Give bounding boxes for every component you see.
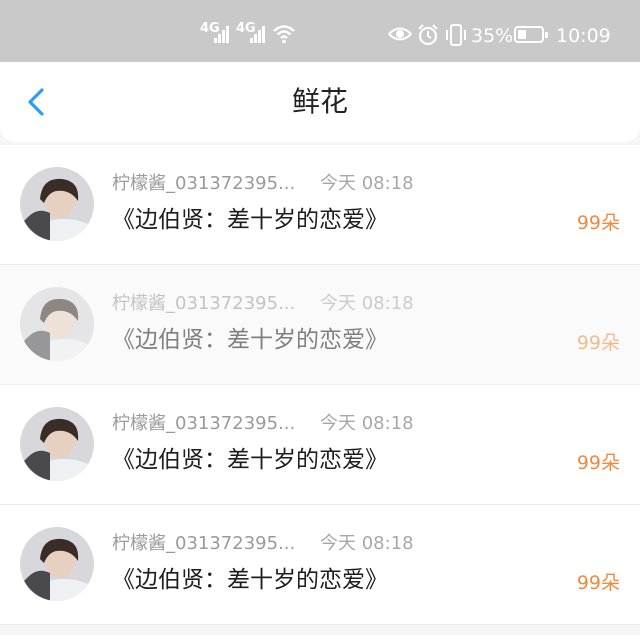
timestamp: 今天 08:18 (320, 533, 414, 554)
avatar[interactable] (20, 167, 94, 241)
header-bar: 鲜花 (0, 62, 640, 142)
sender-name: 柠檬酱_031372395... (112, 533, 296, 554)
sender-name: 柠檬酱_031372395... (112, 173, 296, 194)
avatar[interactable] (20, 407, 94, 481)
book-title: 《边伯贤：差十岁的恋爱》 (112, 567, 388, 593)
flower-count: 99朵 (576, 452, 620, 474)
alarm-icon (418, 24, 438, 46)
list-item[interactable]: 柠檬酱_031372395... 今天 08:18 《边伯贤：差十岁的恋爱》 9… (0, 385, 640, 505)
timestamp: 今天 08:18 (320, 413, 414, 434)
signal-icon (214, 26, 229, 43)
list-item[interactable]: 柠檬酱_031372395... 今天 08:18 《边伯贤：差十岁的恋爱》 9… (0, 505, 640, 625)
avatar[interactable] (20, 527, 94, 601)
avatar[interactable] (20, 287, 94, 361)
timestamp: 今天 08:18 (320, 173, 414, 194)
clock: 10:09 (556, 25, 611, 47)
signal-icon (250, 26, 265, 43)
sender-name: 柠檬酱_031372395... (112, 293, 296, 314)
battery-icon (514, 26, 548, 43)
flower-count: 99朵 (576, 332, 620, 354)
timestamp: 今天 08:18 (320, 293, 414, 314)
status-bar: 4G 4G 35% 10:09 (0, 0, 640, 62)
page-title: 鲜花 (291, 85, 348, 118)
list-item[interactable]: 柠檬酱_031372395... 今天 08:18 《边伯贤：差十岁的恋爱》 9… (0, 265, 640, 385)
list-item[interactable]: 柠檬酱_031372395... 今天 08:18 《边伯贤：差十岁的恋爱》 9… (0, 145, 640, 265)
battery-percent: 35% (471, 25, 514, 47)
battery-fill (518, 30, 526, 39)
wifi-icon (273, 25, 295, 44)
eye-icon (388, 27, 412, 41)
vibrate-icon (446, 24, 466, 46)
book-title: 《边伯贤：差十岁的恋爱》 (112, 447, 388, 473)
book-title: 《边伯贤：差十岁的恋爱》 (112, 207, 388, 233)
sender-name: 柠檬酱_031372395... (112, 413, 296, 434)
flower-count: 99朵 (576, 572, 620, 594)
flower-count: 99朵 (576, 212, 620, 234)
book-title: 《边伯贤：差十岁的恋爱》 (112, 327, 388, 353)
flower-list: 柠檬酱_031372395... 今天 08:18 《边伯贤：差十岁的恋爱》 9… (0, 145, 640, 625)
